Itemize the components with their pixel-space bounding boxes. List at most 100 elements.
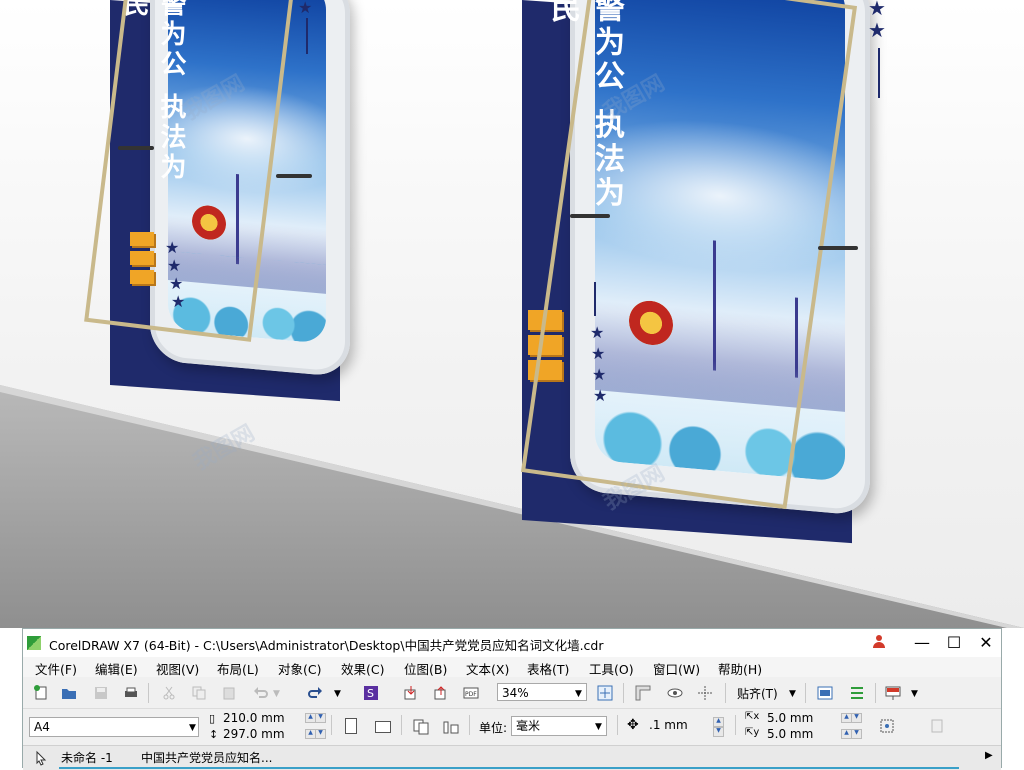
snap-dropdown-icon[interactable]: ▼ bbox=[789, 689, 796, 699]
toolbar-separator bbox=[735, 715, 736, 735]
units-dropdown-icon[interactable]: ▼ bbox=[595, 722, 602, 732]
active-tab-indicator bbox=[59, 767, 959, 769]
divider-line bbox=[878, 48, 880, 98]
zoom-level-select[interactable]: 34% bbox=[497, 683, 587, 701]
duplicate-x-field[interactable]: 5.0 mm bbox=[763, 711, 841, 727]
page-height-field[interactable]: 297.0 mm bbox=[219, 727, 303, 743]
coreldraw-logo-icon bbox=[27, 636, 41, 650]
menu-text[interactable]: 文本(X) bbox=[466, 659, 509, 678]
menu-file[interactable]: 文件(F) bbox=[35, 659, 77, 678]
options-icon[interactable] bbox=[849, 685, 865, 701]
menu-help[interactable]: 帮助(H) bbox=[718, 659, 762, 678]
nudge-icon: ✥ bbox=[627, 717, 639, 733]
new-document-icon[interactable] bbox=[33, 685, 49, 701]
minimize-button[interactable]: — bbox=[907, 632, 937, 654]
menu-window[interactable]: 窗口(W) bbox=[653, 659, 700, 678]
menu-object[interactable]: 对象(C) bbox=[278, 659, 321, 678]
svg-text:S: S bbox=[367, 687, 374, 700]
dup-x-spin-down[interactable]: ▼ bbox=[851, 713, 862, 723]
document-tab-bar: 未命名 -1 中国共产党党员应知名... ▶ bbox=[23, 745, 1001, 770]
toolbar-separator bbox=[805, 683, 806, 703]
page-size-dropdown-icon[interactable]: ▼ bbox=[189, 723, 196, 733]
import-icon[interactable] bbox=[403, 685, 419, 701]
menu-tools[interactable]: 工具(O) bbox=[589, 659, 634, 678]
toolbar-separator bbox=[148, 683, 149, 703]
svg-text:PDF: PDF bbox=[465, 691, 477, 698]
dup-y-spin-down[interactable]: ▼ bbox=[851, 729, 862, 739]
units-select[interactable]: 毫米 bbox=[511, 716, 607, 736]
support-rod bbox=[818, 246, 858, 250]
menu-layout[interactable]: 布局(L) bbox=[217, 659, 259, 678]
welcome-screen-icon[interactable] bbox=[817, 685, 833, 701]
duplicate-y-field[interactable]: 5.0 mm bbox=[763, 727, 841, 743]
search-content-icon[interactable]: S bbox=[363, 685, 379, 701]
redo-dropdown-icon[interactable]: ▼ bbox=[334, 689, 341, 699]
menu-table[interactable]: 表格(T) bbox=[527, 659, 569, 678]
toolbar-separator bbox=[401, 715, 402, 735]
nudge-spin-down[interactable]: ▼ bbox=[713, 727, 724, 737]
standard-toolbar: ▼ ▼ S PDF 34% ▼ 贴齐(T) ▼ ▼ bbox=[23, 678, 1001, 709]
copy-icon[interactable] bbox=[191, 685, 207, 701]
page-width-field[interactable]: 210.0 mm bbox=[219, 711, 303, 727]
save-icon[interactable] bbox=[93, 685, 109, 701]
star-icon: ★ bbox=[868, 18, 886, 42]
support-rod bbox=[276, 174, 312, 178]
width-icon: ▯ bbox=[209, 712, 216, 725]
width-spin-down[interactable]: ▼ bbox=[315, 713, 326, 723]
application-launcher-icon[interactable] bbox=[885, 685, 901, 701]
window-title: CorelDRAW X7 (64-Bit) - C:\Users\Adminis… bbox=[49, 638, 604, 653]
zoom-dropdown-icon[interactable]: ▼ bbox=[575, 689, 582, 699]
units-label: 单位: bbox=[479, 721, 508, 735]
coreldraw-window: CorelDRAW X7 (64-Bit) - C:\Users\Adminis… bbox=[22, 628, 1002, 770]
print-icon[interactable] bbox=[123, 685, 139, 701]
publish-pdf-icon[interactable]: PDF bbox=[463, 685, 479, 701]
render-preview: 警为公 执法为民 ★ ★ ★ ★ ★ 警为公 执法为民 ★ ★ ★ ★ ★ ★ bbox=[0, 0, 1024, 628]
launcher-dropdown-icon[interactable]: ▼ bbox=[911, 689, 918, 699]
star-icon: ★ bbox=[868, 0, 886, 20]
undo-dropdown-icon[interactable]: ▼ bbox=[273, 689, 280, 699]
cut-icon[interactable] bbox=[161, 685, 177, 701]
show-rulers-icon[interactable] bbox=[635, 685, 651, 701]
property-bar: A4 ▼ ▯ ↕ 210.0 mm 297.0 mm ▲ ▼ ▲ ▼ 单位: 毫… bbox=[23, 709, 1001, 745]
current-page-icon[interactable] bbox=[443, 719, 459, 735]
show-grid-eye-icon[interactable] bbox=[667, 685, 683, 701]
menu-edit[interactable]: 编辑(E) bbox=[95, 659, 138, 678]
height-spin-down[interactable]: ▼ bbox=[315, 729, 326, 739]
open-folder-icon[interactable] bbox=[61, 685, 77, 701]
page-border-icon[interactable] bbox=[929, 718, 945, 734]
duplicate-y-icon: ⇱y bbox=[745, 727, 760, 738]
portrait-icon[interactable] bbox=[345, 718, 357, 734]
tab-scroll-right-icon[interactable]: ▶ bbox=[985, 750, 993, 761]
landscape-icon[interactable] bbox=[375, 721, 391, 733]
paste-icon[interactable] bbox=[221, 685, 237, 701]
menu-bitmaps[interactable]: 位图(B) bbox=[404, 659, 447, 678]
export-icon[interactable] bbox=[433, 685, 449, 701]
page-size-select[interactable]: A4 bbox=[29, 717, 199, 737]
nudge-spin-up[interactable]: ▲ bbox=[713, 717, 724, 727]
all-pages-icon[interactable] bbox=[413, 719, 429, 735]
toolbar-separator bbox=[617, 715, 618, 735]
user-icon[interactable] bbox=[872, 635, 886, 649]
duplicate-x-icon: ⇱x bbox=[745, 711, 760, 722]
redo-icon[interactable] bbox=[307, 685, 323, 701]
treat-as-filled-icon[interactable] bbox=[879, 718, 895, 734]
star-icon: ★ bbox=[298, 0, 313, 17]
tab-document[interactable]: 中国共产党党员应知名... bbox=[141, 749, 272, 766]
maximize-button[interactable]: ☐ bbox=[939, 632, 969, 654]
undo-icon[interactable] bbox=[253, 685, 269, 701]
show-guidelines-icon[interactable] bbox=[697, 685, 713, 701]
toolbar-separator bbox=[623, 683, 624, 703]
menu-bar: 文件(F) 编辑(E) 视图(V) 布局(L) 对象(C) 效果(C) 位图(B… bbox=[23, 657, 1001, 677]
support-rod bbox=[118, 146, 154, 150]
divider-line bbox=[306, 18, 308, 54]
nudge-distance-field[interactable]: .1 mm bbox=[645, 716, 715, 736]
height-icon: ↕ bbox=[209, 728, 219, 741]
menu-view[interactable]: 视图(V) bbox=[156, 659, 199, 678]
snap-to-label[interactable]: 贴齐(T) bbox=[737, 685, 778, 702]
toolbar-separator bbox=[875, 683, 876, 703]
pick-tool-icon[interactable] bbox=[33, 750, 49, 766]
menu-effects[interactable]: 效果(C) bbox=[341, 659, 384, 678]
close-button[interactable]: ✕ bbox=[971, 632, 1001, 654]
tab-untitled[interactable]: 未命名 -1 bbox=[61, 749, 113, 766]
full-screen-preview-icon[interactable] bbox=[597, 685, 613, 701]
